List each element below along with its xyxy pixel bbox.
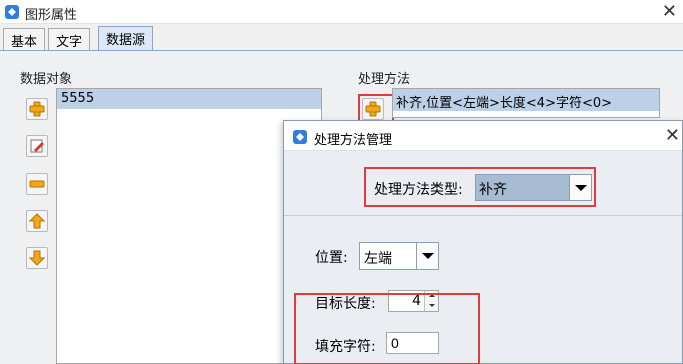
app-icon xyxy=(5,5,19,19)
tab-text[interactable]: 文字 xyxy=(48,28,91,51)
add-data-object-button[interactable] xyxy=(26,98,48,120)
position-value: 左端 xyxy=(364,251,392,267)
tab-basic[interactable]: 基本 xyxy=(3,28,46,51)
move-down-button[interactable] xyxy=(26,247,48,269)
position-select[interactable]: 左端 xyxy=(359,242,439,270)
dialog-titlebar: 处理方法管理 ✕ xyxy=(284,121,682,151)
highlight-box xyxy=(294,293,480,364)
move-up-button[interactable] xyxy=(26,210,48,232)
edit-data-object-button[interactable] xyxy=(26,135,48,157)
app-icon xyxy=(293,130,307,144)
window-title: 图形属性 xyxy=(25,8,78,23)
position-label: 位置: xyxy=(315,250,348,266)
list-item[interactable]: 补齐,位置<左端>长度<4>字符<0> xyxy=(393,89,659,111)
highlight-box xyxy=(364,167,596,207)
chevron-down-icon[interactable] xyxy=(416,243,438,269)
move-up-icon xyxy=(29,213,45,229)
remove-data-object-button[interactable] xyxy=(26,173,48,195)
dialog-title: 处理方法管理 xyxy=(314,133,393,148)
data-objects-label: 数据对象 xyxy=(20,72,73,87)
method-manager-dialog: 处理方法管理 ✕ 处理方法类型: 补齐 位置: 左端 目标长度: 4 填充字符: xyxy=(283,120,683,364)
methods-list[interactable]: 补齐,位置<左端>长度<4>字符<0> xyxy=(392,88,660,118)
methods-label: 处理方法 xyxy=(358,72,411,87)
list-item[interactable]: 5555 xyxy=(57,89,321,109)
add-icon xyxy=(29,101,45,117)
dialog-close-button[interactable]: ✕ xyxy=(665,125,680,146)
move-down-icon xyxy=(29,250,45,266)
edit-icon xyxy=(30,139,44,153)
tab-datasource[interactable]: 数据源 xyxy=(98,26,154,52)
window-close-button[interactable]: ✕ xyxy=(662,1,677,22)
remove-icon xyxy=(29,180,45,188)
window-titlebar: 图形属性 ✕ xyxy=(0,0,683,24)
tab-bar: 基本 文字 数据源 xyxy=(0,25,683,52)
